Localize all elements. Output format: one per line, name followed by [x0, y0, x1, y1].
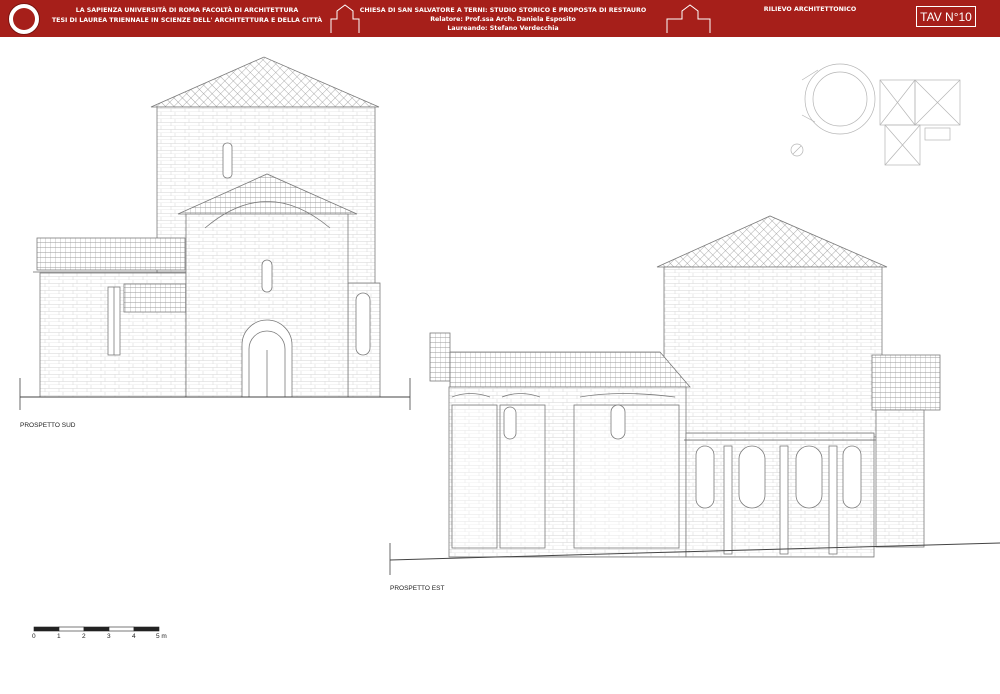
relatore: Relatore: Prof.ssa Arch. Daniela Esposit…	[430, 16, 576, 23]
sheet-number: TAV N°10	[916, 6, 976, 27]
scale-bar	[33, 626, 160, 632]
elevation-drawings	[19, 56, 1000, 632]
scale-tick-label: 1	[57, 633, 61, 640]
university-line2: TESI DI LAUREA TRIENNALE IN SCIENZE DELL…	[51, 17, 323, 24]
section-title: RILIEVO ARCHITETTONICO	[763, 6, 857, 13]
scale-tick-label: 3	[107, 633, 111, 640]
scale-tick-label: 0	[32, 633, 36, 640]
east-elevation	[389, 215, 1000, 575]
project-title: CHIESA DI SAN SALVATORE A TERNI: STUDIO …	[359, 7, 647, 14]
church-outline-icon	[330, 4, 360, 33]
university-info: LA SAPIENZA UNIVERSITÀ DI ROMA FACOLTÀ D…	[42, 6, 332, 26]
project-info: CHIESA DI SAN SALVATORE A TERNI: STUDIO …	[358, 6, 648, 33]
east-elevation-label: PROSPETTO EST	[390, 585, 445, 592]
university-line1: LA SAPIENZA UNIVERSITÀ DI ROMA FACOLTÀ D…	[75, 7, 299, 14]
church-side-outline-icon	[666, 4, 711, 33]
key-plan	[790, 63, 961, 166]
scale-tick-label: 2	[82, 633, 86, 640]
south-elevation-label: PROSPETTO SUD	[20, 422, 76, 429]
title-block-header: LA SAPIENZA UNIVERSITÀ DI ROMA FACOLTÀ D…	[0, 0, 1000, 37]
scale-tick-label: 4	[132, 633, 136, 640]
scale-tick-label: 5 m	[156, 633, 167, 640]
university-seal-logo	[8, 3, 40, 35]
south-elevation	[19, 56, 411, 410]
laureando: Laureando: Stefano Verdecchia	[447, 25, 559, 32]
